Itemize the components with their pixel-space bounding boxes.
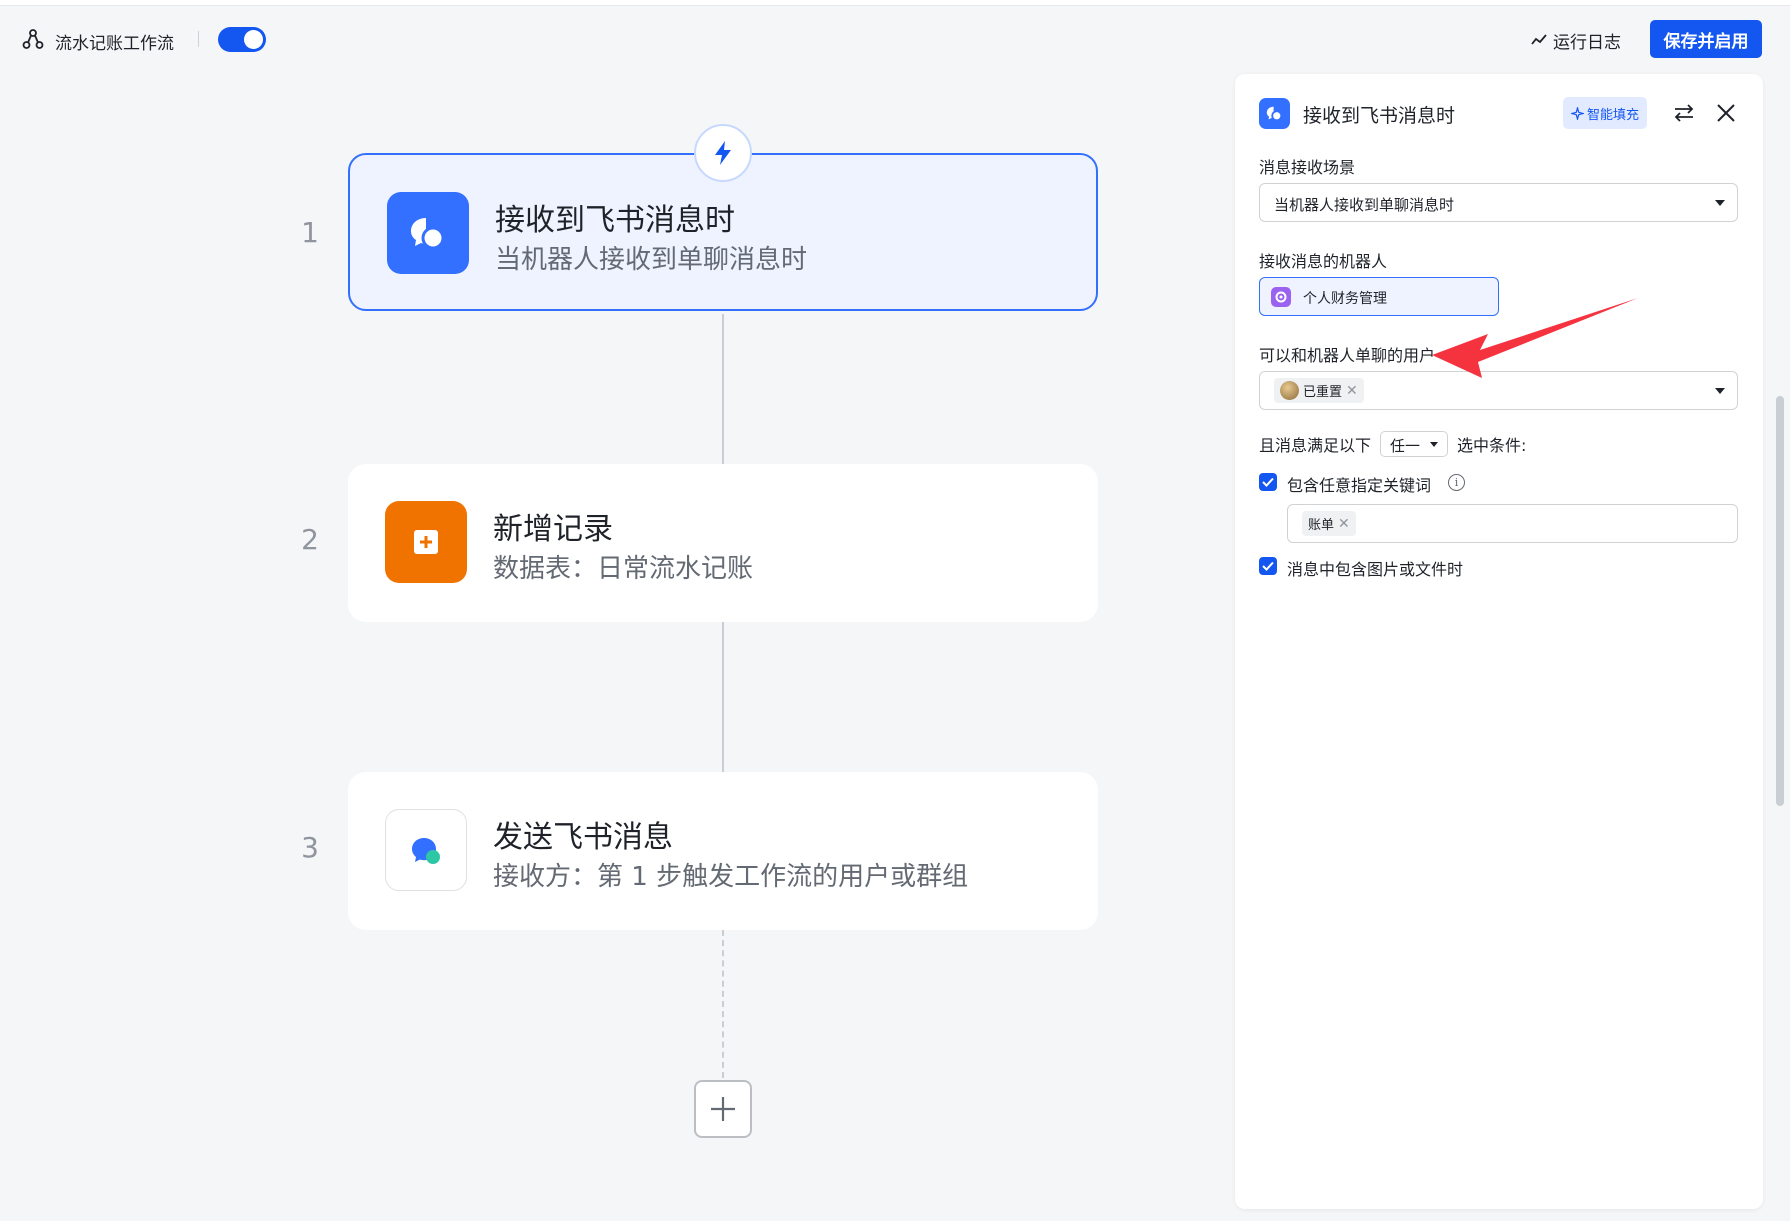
- remove-chip-icon[interactable]: ✕: [1338, 516, 1350, 532]
- info-icon[interactable]: i: [1448, 474, 1465, 491]
- step-number: 1: [301, 216, 319, 249]
- feishu-message-trigger-icon: [387, 192, 469, 274]
- chevron-down-icon: [1430, 442, 1439, 447]
- workflow-icon: [22, 29, 44, 49]
- save-and-enable-button[interactable]: 保存并启用: [1650, 20, 1762, 58]
- add-step-button[interactable]: [694, 1080, 752, 1138]
- sparkle-icon: [1571, 106, 1584, 120]
- keyword-chip: 账单 ✕: [1302, 511, 1356, 536]
- trigger-badge: [694, 124, 752, 182]
- chevron-down-icon: [1715, 388, 1725, 394]
- scene-select[interactable]: 当机器人接收到单聊消息时: [1259, 183, 1738, 222]
- users-label: 可以和机器人单聊的用户: [1259, 346, 1436, 365]
- lightning-icon: [715, 141, 731, 165]
- chevron-down-icon: [1715, 200, 1725, 206]
- step-card-send-message[interactable]: 发送飞书消息 接收方：第 1 步触发工作流的用户或群组: [348, 772, 1098, 930]
- run-log-label: 运行日志: [1553, 32, 1621, 53]
- top-bar: 流水记账工作流 运行日志 保存并启用: [0, 0, 1790, 80]
- swap-icon[interactable]: [1671, 100, 1697, 126]
- plus-icon: [711, 1097, 735, 1121]
- bot-selector[interactable]: 个人财务管理: [1259, 277, 1499, 316]
- smart-fill-label: 智能填充: [1587, 107, 1640, 123]
- user-chip-label: 已重置: [1303, 385, 1343, 400]
- user-chip: 已重置 ✕: [1274, 378, 1364, 403]
- trend-icon: [1531, 34, 1547, 45]
- condition-prefix: 且消息满足以下: [1259, 436, 1372, 455]
- trigger-config-panel: 接收到飞书消息时 智能填充 消息接收场景 当机器人接收到单聊消息时 接收消息的机…: [1235, 74, 1763, 1209]
- keyword-chip-label: 账单: [1308, 518, 1335, 533]
- check-icon: [1262, 561, 1274, 571]
- condition-row: 且消息满足以下 任一 选中条件:: [1259, 431, 1526, 457]
- bot-name: 个人财务管理: [1303, 291, 1387, 307]
- step-subtitle: 当机器人接收到单聊消息时: [495, 245, 808, 275]
- step-subtitle: 接收方：第 1 步触发工作流的用户或群组: [493, 862, 969, 892]
- scene-label: 消息接收场景: [1259, 158, 1356, 177]
- top-border: [0, 0, 1790, 6]
- step-number: 2: [301, 523, 319, 556]
- remove-chip-icon[interactable]: ✕: [1346, 383, 1358, 399]
- step-title: 新增记录: [493, 512, 613, 547]
- connector-line: [722, 314, 724, 464]
- condition-suffix: 选中条件:: [1457, 436, 1527, 455]
- connector-dashed-line: [722, 930, 724, 1078]
- scene-value: 当机器人接收到单聊消息时: [1274, 196, 1455, 214]
- condition-mode-select[interactable]: 任一: [1380, 431, 1449, 457]
- step-title: 接收到飞书消息时: [495, 203, 735, 238]
- condition-mode-value: 任一: [1390, 437, 1421, 455]
- step-card-add-record[interactable]: 新增记录 数据表：日常流水记账: [348, 464, 1098, 622]
- add-record-icon: [385, 501, 467, 583]
- keyword-label: 包含任意指定关键词: [1287, 476, 1432, 495]
- step-number: 3: [301, 831, 319, 864]
- file-label: 消息中包含图片或文件时: [1287, 560, 1464, 579]
- step-title: 发送飞书消息: [493, 820, 673, 855]
- send-message-icon: [385, 809, 467, 891]
- feishu-message-icon: [1259, 98, 1290, 129]
- toggle-knob: [244, 30, 263, 49]
- bot-app-icon: [1271, 287, 1291, 307]
- smart-fill-button[interactable]: 智能填充: [1563, 97, 1648, 129]
- run-log-link[interactable]: 运行日志: [1531, 27, 1621, 53]
- bot-label: 接收消息的机器人: [1259, 252, 1388, 271]
- file-checkbox[interactable]: [1259, 557, 1277, 575]
- keyword-checkbox[interactable]: [1259, 473, 1277, 491]
- step-subtitle: 数据表：日常流水记账: [493, 554, 754, 584]
- avatar: [1280, 381, 1299, 400]
- panel-title: 接收到飞书消息时: [1303, 105, 1456, 127]
- check-icon: [1262, 477, 1274, 487]
- connector-line: [722, 622, 724, 772]
- workflow-title: 流水记账工作流: [55, 34, 174, 54]
- scrollbar-thumb[interactable]: [1776, 396, 1784, 806]
- workflow-enable-toggle[interactable]: [218, 27, 266, 52]
- users-select[interactable]: 已重置 ✕: [1259, 371, 1738, 410]
- keyword-input[interactable]: 账单 ✕: [1287, 504, 1738, 543]
- close-icon[interactable]: [1713, 100, 1739, 126]
- header-divider: [198, 31, 199, 47]
